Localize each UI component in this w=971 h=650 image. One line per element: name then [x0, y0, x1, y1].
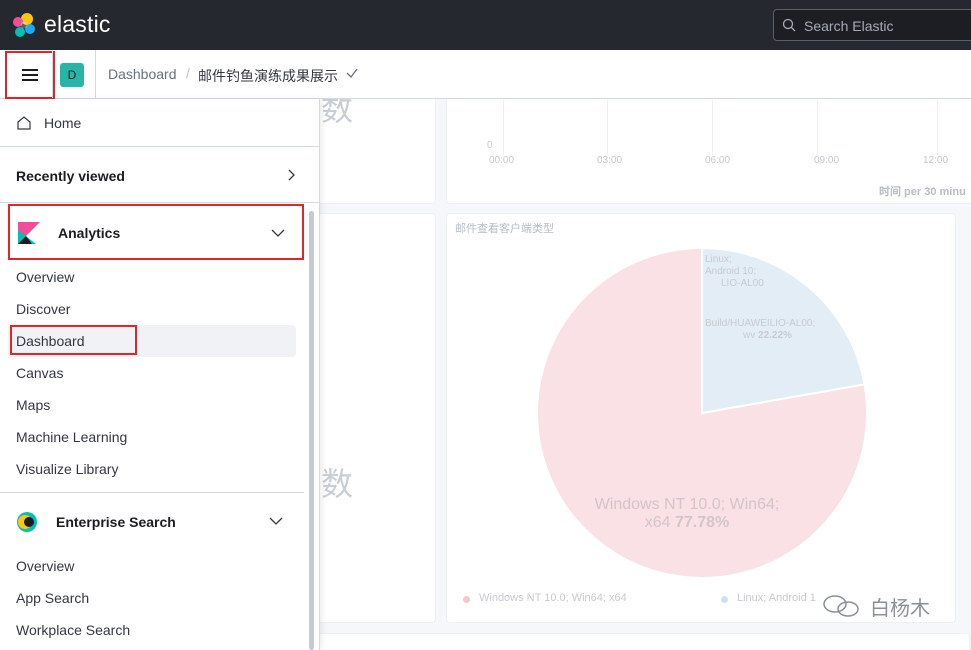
x-tick-label: 06:00	[705, 155, 731, 166]
top-header: elastic	[0, 0, 971, 50]
enterprise-search-logo-icon	[17, 512, 37, 532]
kibana-logo-icon	[18, 222, 40, 244]
pie-label-linux: Linux; Android 10; LIO-AL00 Build/HUAWEI…	[705, 254, 816, 341]
chevron-right-icon	[288, 169, 295, 181]
check-icon	[346, 68, 358, 78]
y-tick-label: 0	[487, 140, 493, 151]
legend-item[interactable]: Windows NT 10.0; Win64; x64	[479, 592, 627, 604]
nav-home-label: Home	[44, 115, 82, 131]
watermark-text: 白杨木	[870, 598, 930, 620]
x-tick-label: 00:00	[489, 155, 515, 166]
legend-item[interactable]: Linux; Android 1	[737, 592, 816, 604]
breadcrumb-current: 邮件钓鱼演练成果展示	[198, 68, 338, 84]
ghost-metric-text: 数	[321, 99, 354, 127]
pie-panel-title: 邮件查看客户端类型	[455, 223, 554, 235]
nav-link-maps[interactable]: Maps	[16, 397, 50, 413]
analytics-label: Analytics	[58, 225, 121, 241]
x-axis-title: 时间 per 30 minu	[879, 186, 966, 198]
x-tick-label: 12:00	[923, 155, 949, 166]
nav-link-workplace-search[interactable]: Workplace Search	[16, 622, 130, 638]
legend-swatch	[721, 596, 728, 603]
breadcrumb-separator: /	[186, 65, 190, 81]
analytics-group-header[interactable]: Analytics	[8, 204, 304, 260]
nav-link-machine-learning[interactable]: Machine Learning	[16, 429, 127, 445]
breadcrumb-bar: D Dashboard / 邮件钓鱼演练成果展示	[0, 50, 971, 99]
panel	[320, 633, 970, 650]
side-navigation: Home Recently viewed Analytics Overview …	[0, 99, 320, 650]
breadcrumb-dashboard-link[interactable]: Dashboard	[108, 66, 177, 82]
pie-chart-panel: 邮件查看客户端类型 Linux; Android 10; LIO-AL00 Bu…	[446, 213, 956, 623]
chevron-down-icon	[271, 229, 285, 237]
nav-link-canvas[interactable]: Canvas	[16, 365, 63, 381]
metric-panel: 数	[320, 213, 436, 623]
menu-toggle-button[interactable]	[5, 51, 55, 99]
x-tick-label: 03:00	[597, 155, 623, 166]
divider	[0, 492, 304, 493]
chevron-down-icon	[269, 517, 283, 525]
chat-bubble-icon	[823, 595, 859, 617]
brand-name[interactable]: elastic	[44, 11, 111, 38]
hamburger-icon	[22, 69, 38, 81]
enterprise-search-group-header[interactable]: Enterprise Search	[8, 494, 304, 550]
recently-viewed-label: Recently viewed	[16, 168, 125, 184]
time-series-panel: 0 00:00 03:00 06:00 09:00 12:00 时间 per 3…	[446, 99, 971, 204]
scrollbar-thumb[interactable]	[309, 211, 314, 650]
search-icon	[782, 18, 796, 32]
nav-link-visualize-library[interactable]: Visualize Library	[16, 461, 118, 477]
nav-link-app-search[interactable]: App Search	[16, 590, 89, 606]
x-tick-label: 09:00	[814, 155, 840, 166]
dashboard-canvas: 数 0 00:00 03:00 06:00 09:00 12:00 时间 per…	[320, 99, 971, 650]
global-search[interactable]	[773, 9, 971, 41]
enterprise-search-label: Enterprise Search	[56, 514, 176, 530]
nav-home-item[interactable]: Home	[0, 99, 320, 147]
pie-label-windows: Windows NT 10.0; Win64; x64 77.78%	[594, 496, 780, 531]
search-input[interactable]	[804, 16, 971, 36]
divider	[52, 50, 53, 98]
nav-link-es-overview[interactable]: Overview	[16, 558, 74, 574]
home-icon	[17, 116, 31, 130]
elastic-logo-icon[interactable]	[10, 11, 38, 39]
nav-link-discover[interactable]: Discover	[16, 301, 70, 317]
recently-viewed-item[interactable]: Recently viewed	[0, 147, 320, 203]
metric-panel: 数	[320, 99, 436, 204]
nav-link-overview[interactable]: Overview	[16, 269, 74, 285]
ghost-metric-text: 数	[321, 466, 354, 502]
legend-swatch	[463, 596, 470, 603]
divider	[95, 50, 96, 98]
space-avatar[interactable]: D	[60, 63, 84, 87]
dashboard-highlight-box	[10, 325, 137, 355]
